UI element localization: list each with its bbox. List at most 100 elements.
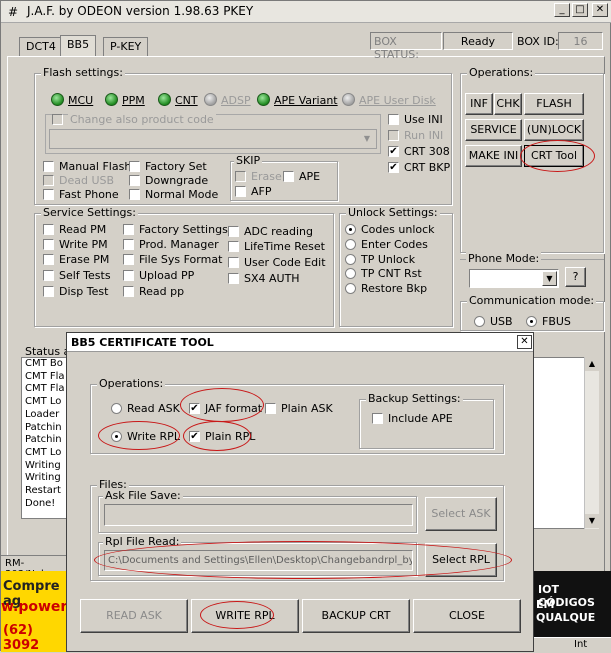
crt308-label: CRT 308 — [404, 145, 450, 158]
status-line: Patchin — [25, 421, 62, 433]
lifetime-reset-checkbox[interactable] — [228, 241, 239, 252]
write-rpl-radio[interactable] — [111, 431, 122, 442]
close-button[interactable]: CLOSE — [413, 599, 521, 633]
skip-afp-checkbox[interactable] — [235, 186, 246, 197]
tab-bb5[interactable]: BB5 — [60, 35, 97, 57]
select-rpl-button[interactable]: Select RPL — [425, 543, 497, 577]
unlock-settings-title: Unlock Settings: — [346, 206, 440, 219]
erase-pm-label: Erase PM — [59, 253, 110, 266]
tp-unlock-radio[interactable] — [345, 254, 356, 265]
ask-file-save-title: Ask File Save: — [103, 489, 183, 502]
led-ape-user-disk-icon — [342, 93, 355, 106]
inf-button[interactable]: INF — [465, 93, 493, 115]
flash-button[interactable]: FLASH — [524, 93, 584, 115]
dialog-title-bar: BB5 CERTIFICATE TOOL ✕ — [67, 333, 533, 352]
prod-manager-checkbox[interactable] — [123, 239, 134, 250]
led-adsp-icon — [204, 93, 217, 106]
normal-mode-checkbox[interactable] — [129, 189, 140, 200]
led-ppm-label[interactable]: PPM — [122, 94, 145, 107]
change-product-code-label: Change also product code — [68, 113, 216, 126]
chk-button[interactable]: CHK — [494, 93, 522, 115]
downgrade-checkbox[interactable] — [129, 175, 140, 186]
user-code-edit-checkbox[interactable] — [228, 257, 239, 268]
fast-phone-label: Fast Phone — [59, 188, 119, 201]
codes-unlock-label: Codes unlock — [361, 223, 435, 236]
crt-bkp-checkbox[interactable]: ✔ — [388, 162, 399, 173]
make-ini-button[interactable]: MAKE INI — [465, 145, 522, 167]
close-icon[interactable]: ✕ — [592, 3, 608, 17]
include-ape-checkbox[interactable] — [372, 413, 383, 424]
normal-mode-label: Normal Mode — [145, 188, 219, 201]
led-ppm-icon — [105, 93, 118, 106]
status-scrollbar[interactable]: ▲ ▼ — [584, 357, 599, 529]
upload-pp-checkbox[interactable] — [123, 270, 134, 281]
ask-file-save-input — [104, 504, 413, 526]
plain-ask-checkbox[interactable] — [265, 403, 276, 414]
factory-settings-checkbox[interactable] — [123, 224, 134, 235]
crt308-checkbox[interactable]: ✔ — [388, 146, 399, 157]
read-pp-checkbox[interactable] — [123, 286, 134, 297]
user-code-edit-label: User Code Edit — [244, 256, 326, 269]
disp-test-checkbox[interactable] — [43, 286, 54, 297]
tp-cnt-rst-radio[interactable] — [345, 268, 356, 279]
dialog-operations-title: Operations: — [97, 377, 166, 390]
use-ini-checkbox[interactable] — [388, 114, 399, 125]
sx4-auth-checkbox[interactable] — [228, 273, 239, 284]
read-ask-button: READ ASK — [80, 599, 188, 633]
disp-test-label: Disp Test — [59, 285, 109, 298]
scroll-up-icon[interactable]: ▲ — [585, 357, 599, 371]
chevron-down-icon: ▼ — [363, 134, 371, 143]
box-status-value: Ready — [443, 32, 513, 50]
minimize-button[interactable]: _ — [554, 3, 570, 17]
box-id-label: BOX ID: — [517, 35, 559, 48]
write-pm-checkbox[interactable] — [43, 239, 54, 250]
codes-unlock-radio[interactable] — [345, 224, 356, 235]
led-mcu-label[interactable]: MCU — [68, 94, 93, 107]
led-cnt-label[interactable]: CNT — [175, 94, 198, 107]
skip-title: SKIP — [234, 154, 263, 167]
tp-cnt-rst-label: TP CNT Rst — [361, 267, 422, 280]
crt-tool-button[interactable]: CRT Tool — [524, 145, 584, 167]
sx4-auth-label: SX4 AUTH — [244, 272, 300, 285]
read-ask-radio[interactable] — [111, 403, 122, 414]
read-pm-checkbox[interactable] — [43, 224, 54, 235]
phone-mode-select[interactable]: ▼ — [469, 269, 559, 288]
change-product-code-checkbox — [52, 114, 63, 125]
app-icon: # — [7, 5, 19, 19]
manual-flash-checkbox[interactable] — [43, 161, 54, 172]
fast-phone-checkbox[interactable] — [43, 189, 54, 200]
factory-set-checkbox[interactable] — [129, 161, 140, 172]
use-ini-label: Use INI — [404, 113, 443, 126]
skip-ape-checkbox[interactable] — [283, 171, 294, 182]
phone-mode-help-button[interactable]: ? — [565, 267, 586, 287]
flash-settings-title: Flash settings: — [41, 66, 125, 79]
file-sys-format-checkbox[interactable] — [123, 254, 134, 265]
plain-rpl-label: Plain RPL — [205, 430, 256, 443]
led-ape-variant-label[interactable]: APE Variant — [274, 94, 338, 107]
backup-crt-button[interactable]: BACKUP CRT — [302, 599, 410, 633]
maximize-button[interactable]: □ — [572, 3, 588, 17]
write-rpl-button[interactable]: WRITE RPL — [191, 599, 299, 633]
read-pp-label: Read pp — [139, 285, 185, 298]
tab-pkey[interactable]: P-KEY — [103, 37, 149, 56]
rpl-file-read-input: C:\Documents and Settings\Ellen\Desktop\… — [104, 550, 413, 571]
dialog-close-icon[interactable]: ✕ — [517, 335, 532, 349]
plain-rpl-checkbox[interactable]: ✔ — [189, 431, 200, 442]
tab-dct4[interactable]: DCT4 — [19, 37, 63, 56]
usb-radio[interactable] — [474, 316, 485, 327]
service-button[interactable]: SERVICE — [465, 119, 522, 141]
adc-reading-checkbox[interactable] — [228, 226, 239, 237]
erase-pm-checkbox[interactable] — [43, 254, 54, 265]
self-tests-checkbox[interactable] — [43, 270, 54, 281]
ad-banner-left: Compre ag w.powere (62) 3092 — [1, 571, 77, 653]
fbus-radio[interactable] — [526, 316, 537, 327]
jaf-format-checkbox[interactable]: ✔ — [189, 403, 200, 414]
operations-title: Operations: — [467, 66, 536, 79]
scroll-down-icon[interactable]: ▼ — [585, 514, 599, 528]
restore-bkp-radio[interactable] — [345, 283, 356, 294]
unlock-button[interactable]: (UN)LOCK — [524, 119, 584, 141]
status-line: CMT Bo — [25, 358, 63, 369]
adc-reading-label: ADC reading — [244, 225, 313, 238]
enter-codes-radio[interactable] — [345, 239, 356, 250]
skip-ape-label: APE — [299, 170, 321, 183]
